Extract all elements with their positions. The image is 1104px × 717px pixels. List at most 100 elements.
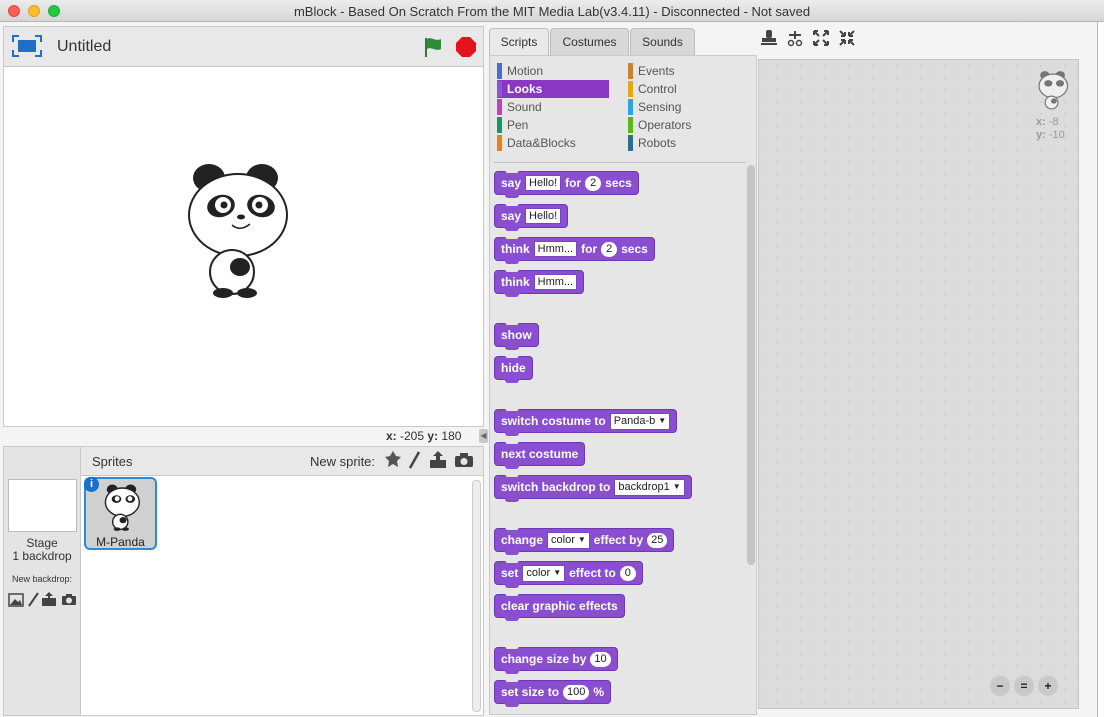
collapse-stage-button[interactable]: ◀ bbox=[479, 429, 488, 443]
project-title[interactable]: Untitled bbox=[57, 38, 111, 56]
stop-sign-icon[interactable] bbox=[455, 36, 477, 58]
category-color-bar bbox=[497, 117, 502, 133]
zoom-out-icon[interactable]: − bbox=[990, 676, 1010, 696]
tab-costumes[interactable]: Costumes bbox=[550, 28, 629, 55]
block-hide[interactable]: hide bbox=[494, 355, 533, 383]
stage-thumbnail[interactable] bbox=[8, 479, 77, 532]
paint-backdrop-icon[interactable] bbox=[26, 592, 40, 608]
block-text-input[interactable]: Hmm... bbox=[533, 274, 578, 290]
camera-sprite-icon[interactable] bbox=[454, 452, 474, 468]
grow-icon[interactable] bbox=[812, 29, 830, 47]
title-bar: mBlock - Based On Scratch From the MIT M… bbox=[0, 0, 1104, 22]
presentation-mode-icon[interactable] bbox=[12, 35, 42, 57]
category-events[interactable]: Events bbox=[628, 62, 740, 80]
category-list-left: Motion Looks Sound Pen Data&Blocks bbox=[497, 62, 609, 152]
upload-backdrop-icon[interactable] bbox=[41, 591, 57, 607]
green-flag-icon[interactable] bbox=[422, 36, 444, 58]
category-color-bar bbox=[628, 117, 633, 133]
sprites-title: Sprites bbox=[92, 454, 133, 469]
palette-divider bbox=[494, 162, 746, 163]
backdrop-library-icon[interactable] bbox=[8, 593, 24, 607]
new-sprite-label: New sprite: bbox=[310, 454, 376, 469]
block-text-input[interactable]: Hmm... bbox=[533, 241, 578, 257]
category-color-bar bbox=[628, 81, 633, 97]
sprite-library-icon[interactable] bbox=[384, 450, 402, 470]
sprite-tile[interactable]: i M-Panda bbox=[84, 477, 157, 550]
stage-mouse-coordinates: x: -205 y: 180 bbox=[386, 429, 462, 443]
palette-scrollbar[interactable] bbox=[747, 165, 755, 565]
category-sound[interactable]: Sound bbox=[497, 98, 609, 116]
new-backdrop-label: New backdrop: bbox=[11, 574, 73, 584]
block-say-for-secs[interactable]: say Hello! for 2 secs bbox=[494, 170, 639, 198]
panda-sprite-image[interactable] bbox=[182, 159, 292, 299]
block-number-input[interactable]: 10 bbox=[590, 651, 611, 667]
block-show[interactable]: show bbox=[494, 322, 539, 350]
category-operators[interactable]: Operators bbox=[628, 116, 740, 134]
block-switch-costume[interactable]: switch costume to Panda-b ▼ bbox=[494, 408, 678, 436]
shrink-icon[interactable] bbox=[838, 29, 856, 47]
sprite-name: M-Panda bbox=[96, 535, 145, 549]
stage-thumbnail-panel: Stage 1 backdrop New backdrop: bbox=[3, 446, 81, 716]
category-color-bar bbox=[628, 99, 633, 115]
block-text-input[interactable]: Hello! bbox=[525, 175, 562, 191]
stage-canvas[interactable] bbox=[3, 66, 484, 427]
effect-dropdown[interactable]: color ▼ bbox=[522, 564, 566, 582]
category-color-bar bbox=[628, 135, 633, 151]
effect-dropdown[interactable]: color ▼ bbox=[547, 531, 590, 549]
sprite-info-icon[interactable]: i bbox=[84, 477, 99, 492]
block-think-for-secs[interactable]: think Hmm... for 2 secs bbox=[494, 236, 655, 264]
block-next-costume[interactable]: next costume bbox=[494, 441, 586, 469]
zoom-in-icon[interactable]: + bbox=[1038, 676, 1058, 696]
category-pen[interactable]: Pen bbox=[497, 116, 609, 134]
block-number-input[interactable]: 2 bbox=[601, 241, 618, 257]
block-number-input[interactable]: 2 bbox=[585, 175, 602, 191]
zoom-reset-icon[interactable]: = bbox=[1014, 676, 1034, 696]
block-number-input[interactable]: 25 bbox=[647, 532, 668, 548]
category-color-bar bbox=[497, 81, 502, 97]
category-looks[interactable]: Looks bbox=[497, 80, 609, 98]
paint-sprite-icon[interactable] bbox=[407, 450, 421, 470]
category-robots[interactable]: Robots bbox=[628, 134, 740, 152]
sprite-position-readout: x: -8 y: -10 bbox=[1036, 116, 1065, 141]
category-color-bar bbox=[628, 63, 633, 79]
category-color-bar bbox=[497, 99, 502, 115]
zoom-controls: − = + bbox=[990, 675, 1062, 697]
backdrop-count: 1 backdrop bbox=[12, 549, 72, 563]
panda-sprite-thumbnail bbox=[104, 484, 140, 531]
sprite-corner-thumbnail bbox=[1038, 71, 1069, 110]
block-change-effect[interactable]: change color ▼ effect by 25 bbox=[494, 527, 675, 555]
category-control[interactable]: Control bbox=[628, 80, 740, 98]
stage-header: Untitled bbox=[3, 26, 484, 66]
category-motion[interactable]: Motion bbox=[497, 62, 609, 80]
block-text-input[interactable]: Hello! bbox=[525, 208, 562, 224]
block-say[interactable]: say Hello! bbox=[494, 203, 569, 231]
block-clear-graphic-effects[interactable]: clear graphic effects bbox=[494, 593, 625, 621]
block-change-size[interactable]: change size by 10 bbox=[494, 646, 618, 674]
category-list-right: Events Control Sensing Operators Robots bbox=[628, 62, 740, 152]
cut-scissors-icon[interactable] bbox=[786, 29, 804, 47]
block-number-input[interactable]: 100 bbox=[563, 684, 590, 700]
sprites-header: Sprites New sprite: bbox=[81, 446, 484, 476]
category-data-blocks[interactable]: Data&Blocks bbox=[497, 134, 609, 152]
sprite-list: i M-Panda bbox=[81, 476, 484, 716]
scripts-area[interactable]: x: -8 y: -10 bbox=[758, 59, 1079, 709]
block-set-effect[interactable]: set color ▼ effect to 0 bbox=[494, 560, 643, 588]
camera-backdrop-icon[interactable] bbox=[61, 593, 77, 606]
block-think[interactable]: think Hmm... bbox=[494, 269, 585, 297]
category-color-bar bbox=[497, 63, 502, 79]
duplicate-stamp-icon[interactable] bbox=[760, 29, 778, 47]
block-number-input[interactable]: 0 bbox=[619, 565, 636, 581]
tab-scripts[interactable]: Scripts bbox=[489, 28, 549, 56]
block-switch-backdrop[interactable]: switch backdrop to backdrop1 ▼ bbox=[494, 474, 692, 502]
stage-label: Stage bbox=[26, 536, 58, 550]
category-color-bar bbox=[497, 135, 502, 151]
block-set-size[interactable]: set size to 100% bbox=[494, 679, 612, 707]
tab-sounds[interactable]: Sounds bbox=[630, 28, 695, 55]
upload-sprite-icon[interactable] bbox=[428, 450, 448, 470]
backdrop-dropdown[interactable]: backdrop1 ▼ bbox=[614, 478, 685, 496]
window-title: mBlock - Based On Scratch From the MIT M… bbox=[293, 4, 811, 19]
category-sensing[interactable]: Sensing bbox=[628, 98, 740, 116]
sprite-list-scrollbar[interactable] bbox=[472, 480, 481, 712]
costume-dropdown[interactable]: Panda-b ▼ bbox=[609, 412, 671, 430]
background-window-edge bbox=[1097, 22, 1104, 717]
